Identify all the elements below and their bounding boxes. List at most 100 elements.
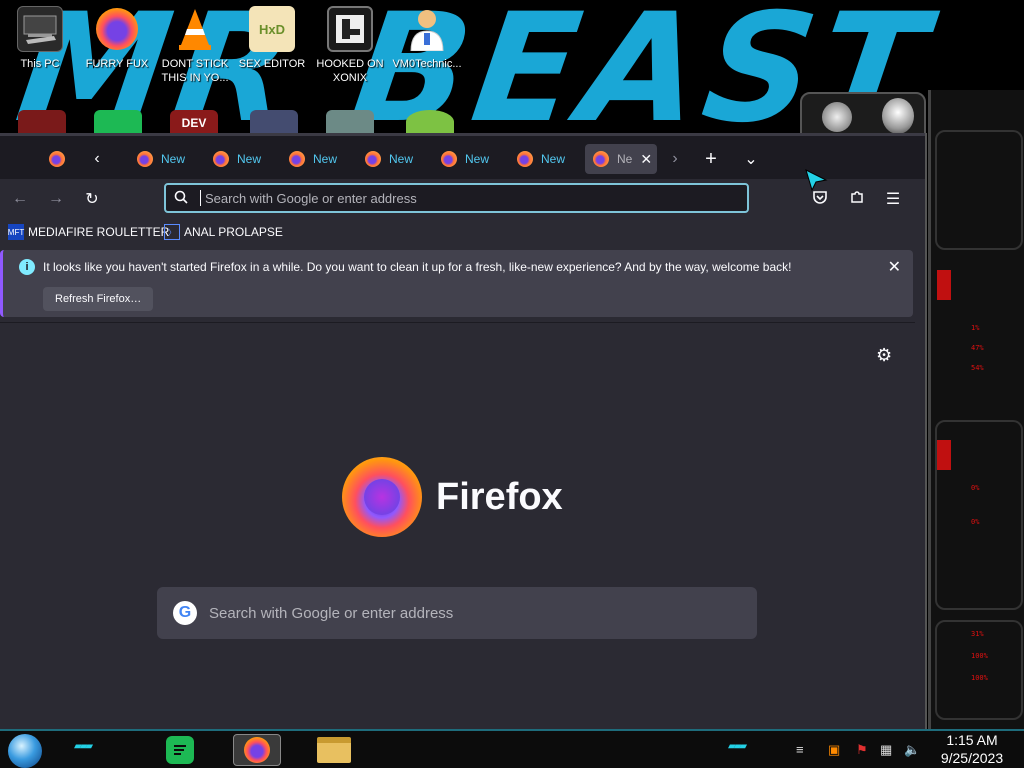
- google-icon: G: [173, 601, 197, 625]
- clock-date: 9/25/2023: [940, 750, 1004, 766]
- scroll-tabs-right-button[interactable]: ›: [662, 146, 688, 172]
- info-icon: i: [19, 259, 35, 275]
- tab[interactable]: New: [281, 144, 357, 174]
- alienware-gadget-header: [800, 92, 926, 136]
- tab-strip: ‹ New New New New New New Ne ✕ › + ⌄: [0, 133, 925, 179]
- desktop-icon-sex-editor[interactable]: HxD SEX EDITOR: [234, 6, 310, 71]
- firefox-wordmark: Firefox: [436, 475, 563, 518]
- firefox-icon: [137, 151, 153, 167]
- dev-desktop-icon[interactable]: DEV: [170, 110, 218, 134]
- taskbar-spotify[interactable]: [156, 734, 204, 766]
- tab[interactable]: New: [129, 144, 205, 174]
- reload-button[interactable]: ↻: [80, 187, 104, 211]
- gadget-readout: 54%: [971, 364, 984, 372]
- firefox-branding: Firefox: [342, 457, 563, 537]
- tab[interactable]: New: [433, 144, 509, 174]
- taskbar-firefox[interactable]: [233, 734, 281, 766]
- lime-desktop-icon[interactable]: [406, 110, 454, 134]
- desktop-icon-hooked-on-xonix[interactable]: HOOKED ON XONIX: [312, 6, 388, 85]
- bookmark-icon: 〉: [164, 224, 180, 240]
- gadget-readout: 47%: [971, 344, 984, 352]
- gadget-readout: 31%: [971, 630, 984, 638]
- tab[interactable]: New: [509, 144, 585, 174]
- url-bar-placeholder: Search with Google or enter address: [205, 190, 417, 206]
- folder-icon: [317, 737, 351, 763]
- close-notification-button[interactable]: ✕: [888, 257, 901, 277]
- search-icon: [174, 190, 196, 207]
- taskbar-file-explorer[interactable]: [310, 734, 358, 766]
- chevron-left-icon: ‹: [94, 150, 100, 167]
- gadget-readout: 100%: [971, 674, 988, 682]
- gadget-readout: 0%: [971, 484, 980, 492]
- back-button[interactable]: ←: [8, 187, 32, 211]
- bookmarks-toolbar: MFT MEDIAFIRE ROULETTER 〉 ANAL PROLAPSE: [0, 219, 915, 247]
- gadget-readout: 1%: [971, 324, 980, 332]
- system-clock[interactable]: 1:15 AM 9/25/2023: [930, 731, 1014, 767]
- firefox-icon: [365, 151, 381, 167]
- forward-button[interactable]: →: [44, 187, 68, 211]
- spotify-icon: [166, 736, 194, 764]
- taskbar-decoration: ▰▰▰: [74, 741, 93, 752]
- notification-message: It looks like you haven't started Firefo…: [43, 260, 792, 274]
- hamburger-menu-icon: ☰: [885, 191, 901, 208]
- new-tab-button[interactable]: +: [698, 146, 724, 172]
- bookmark-mediafire-rouletter[interactable]: MFT MEDIAFIRE ROULETTER: [8, 224, 169, 240]
- firefox-window[interactable]: ‹ New New New New New New Ne ✕ › + ⌄ ← → …: [0, 133, 927, 729]
- desktop-icon-vm0technic[interactable]: VM0Technic...: [389, 6, 465, 71]
- personalize-settings-button[interactable]: ⚙: [876, 345, 892, 366]
- desktop-icon-furry-fux[interactable]: FURRY FUX: [79, 6, 155, 71]
- arrow-right-icon: →: [48, 190, 64, 207]
- app-menu-button[interactable]: ☰: [881, 187, 905, 211]
- firefox-icon: [289, 151, 305, 167]
- firefox-icon: [593, 151, 609, 167]
- scroll-tabs-left-button[interactable]: ‹: [84, 146, 110, 172]
- refresh-firefox-button[interactable]: Refresh Firefox…: [43, 287, 154, 311]
- spotify-desktop-icon[interactable]: [94, 110, 142, 134]
- refresh-firefox-notification: i It looks like you haven't started Fire…: [0, 250, 913, 317]
- chevron-down-icon: ⌄: [744, 151, 758, 168]
- list-all-tabs-button[interactable]: ⌄: [738, 146, 764, 172]
- desktop-icon-partial[interactable]: [326, 110, 374, 134]
- doctor-avatar-icon: [404, 6, 450, 52]
- show-hidden-icons-button[interactable]: ≡: [796, 742, 804, 757]
- reload-icon: ↻: [85, 191, 99, 208]
- tab[interactable]: New: [205, 144, 281, 174]
- firefox-icon: [517, 151, 533, 167]
- xonix-game-icon: [327, 6, 373, 52]
- network-icon[interactable]: ▦: [880, 742, 892, 758]
- puzzle-piece-icon: [849, 189, 865, 210]
- close-tab-icon[interactable]: ✕: [640, 151, 652, 168]
- firefox-view-button[interactable]: [44, 146, 70, 172]
- mouse-cursor-icon: [804, 168, 828, 197]
- tab[interactable]: New: [357, 144, 433, 174]
- clock-time: 1:15 AM: [946, 732, 998, 748]
- desktop-icon-this-pc[interactable]: This PC: [2, 6, 78, 71]
- tab-active[interactable]: Ne ✕: [585, 144, 657, 174]
- chevron-right-icon: ›: [672, 150, 678, 167]
- vlc-cone-icon: [172, 6, 218, 52]
- gadget-readout: 0%: [971, 518, 980, 526]
- desktop-icon-dont-stick[interactable]: DONT STICK THIS IN YO...: [157, 6, 233, 85]
- desktop-icon-partial[interactable]: [250, 110, 298, 134]
- gear-icon: ⚙: [876, 345, 893, 365]
- desktop-icon-partial[interactable]: [18, 110, 66, 134]
- newtab-search-box[interactable]: G Search with Google or enter address: [157, 587, 757, 639]
- firefox-icon: [49, 151, 65, 167]
- extensions-button[interactable]: [845, 187, 869, 211]
- action-center-flag-icon[interactable]: ⚑: [856, 742, 868, 758]
- start-button[interactable]: [8, 734, 42, 768]
- close-icon: ✕: [887, 259, 901, 276]
- plus-icon: +: [705, 147, 717, 170]
- url-bar[interactable]: Search with Google or enter address: [164, 183, 749, 213]
- tray-app-icon[interactable]: ▣: [828, 742, 840, 758]
- alien-head-icon: [882, 98, 914, 134]
- bookmark-anal-prolapse[interactable]: 〉 ANAL PROLAPSE: [164, 224, 283, 240]
- text-caret: [200, 190, 201, 206]
- volume-icon[interactable]: 🔈: [904, 742, 920, 758]
- firefox-icon: [94, 6, 140, 52]
- taskbar-decoration: ▰▰▰: [728, 741, 747, 752]
- newtab-search-placeholder: Search with Google or enter address: [209, 604, 454, 622]
- hxd-icon: HxD: [249, 6, 295, 52]
- tray-overflow-icon: ≡: [796, 742, 804, 757]
- computer-icon: [17, 6, 63, 52]
